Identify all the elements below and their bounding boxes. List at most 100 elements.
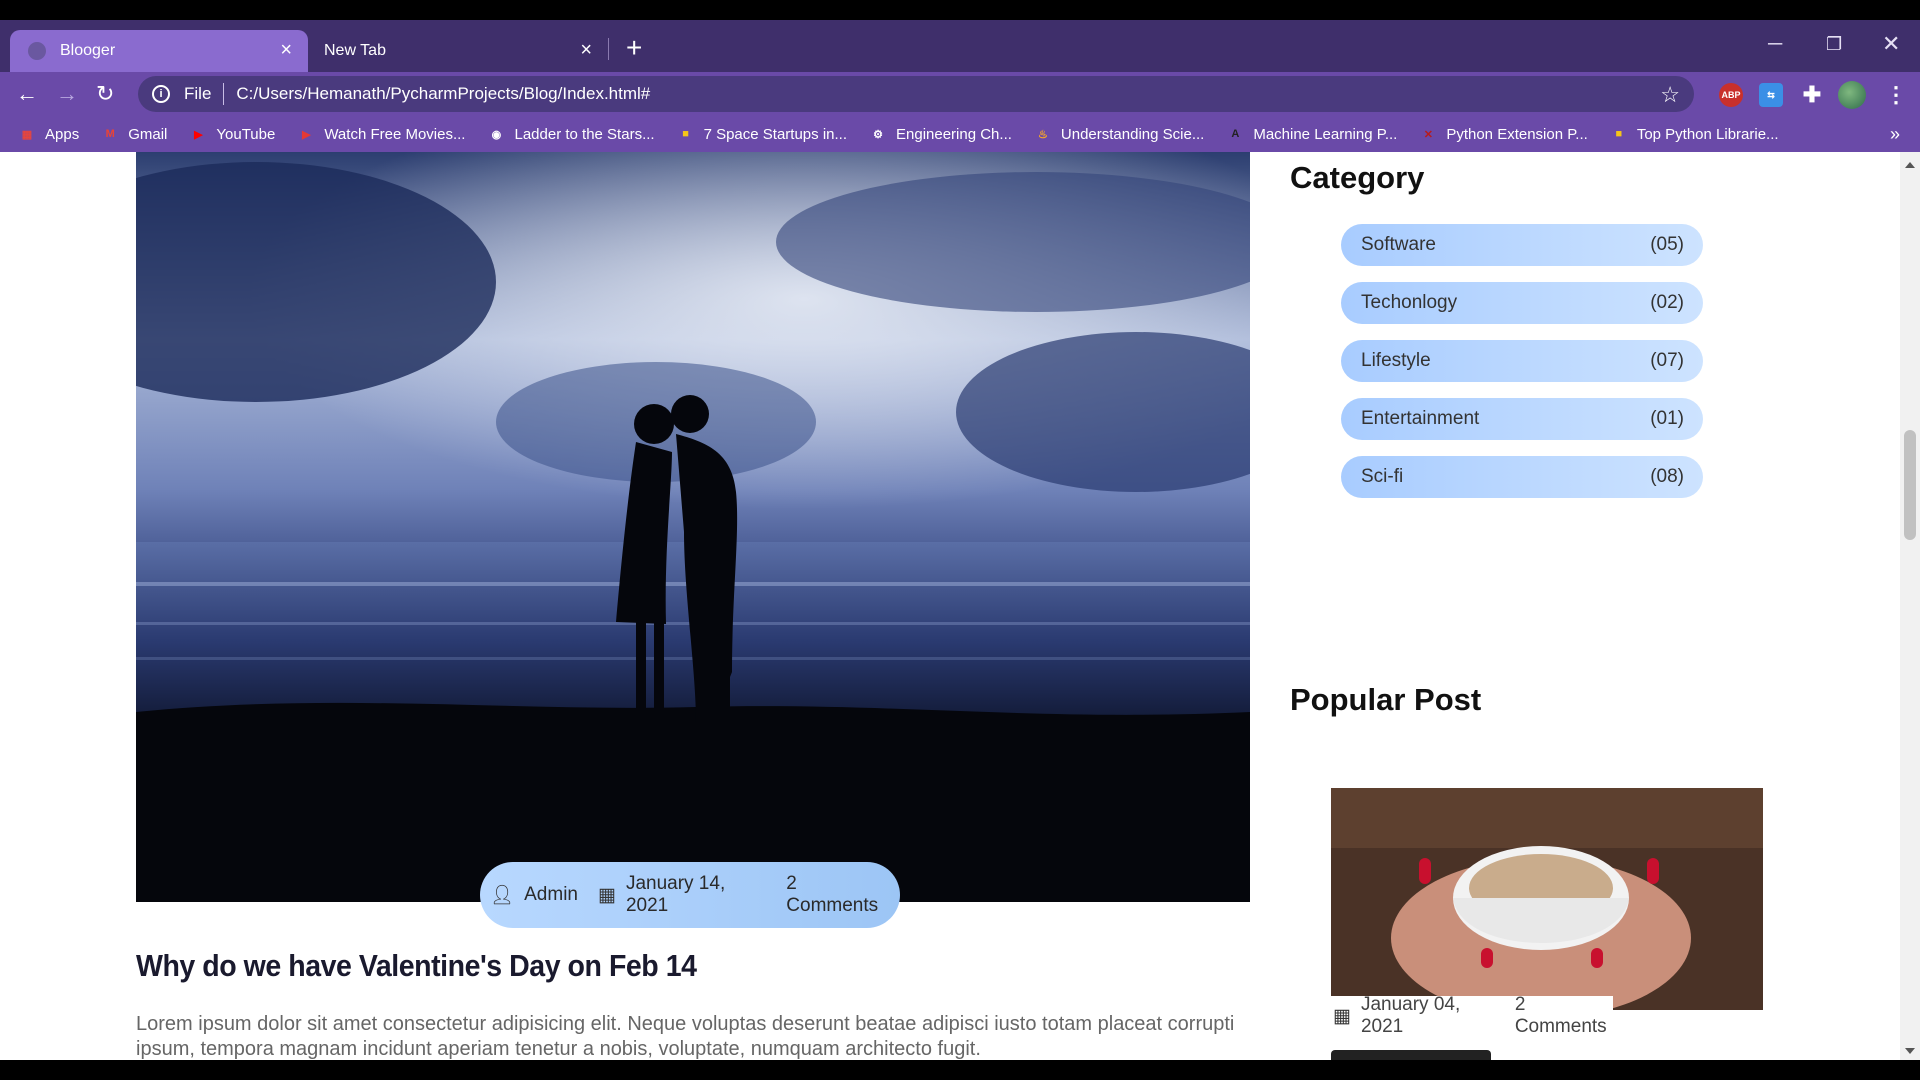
page-favicon-icon <box>28 42 46 60</box>
forward-arrow-icon[interactable]: → <box>56 82 78 106</box>
calendar-icon: ▦ <box>597 884 616 906</box>
category-name: Entertainment <box>1361 408 1480 429</box>
profile-avatar-icon[interactable] <box>1838 81 1866 109</box>
post-author[interactable]: 👤︎ Admin <box>490 883 578 907</box>
bookmark-label: Apps <box>45 125 80 143</box>
post-hero-image <box>136 152 1250 902</box>
scroll-down-arrow-icon[interactable] <box>1905 1048 1915 1054</box>
square-logo-icon: ■ <box>1615 128 1623 140</box>
close-icon[interactable]: ✕ <box>1882 33 1900 55</box>
gear-icon: ⚙ <box>873 128 883 141</box>
category-count: (02) <box>1650 292 1684 313</box>
scheme-label: File <box>184 84 212 103</box>
category-count: (07) <box>1650 350 1684 371</box>
reload-icon[interactable]: ↻ <box>96 82 114 106</box>
minimize-icon[interactable]: ─ <box>1768 34 1782 54</box>
bookmark-item[interactable]: ⚙ Engineering Ch... <box>869 125 1012 143</box>
movie-play-icon: ▶ <box>302 128 311 141</box>
browser-window: Blooger × New Tab × + ─ ❐ ✕ ← → ↻ i File… <box>0 0 1920 1080</box>
bookmark-item[interactable]: A Machine Learning P... <box>1226 125 1397 143</box>
category-name: Software <box>1361 234 1436 255</box>
category-name: Lifestyle <box>1361 350 1431 371</box>
back-arrow-icon[interactable]: ← <box>16 82 38 106</box>
bookmark-item[interactable]: ■ Top Python Librarie... <box>1610 125 1779 143</box>
extensions-puzzle-icon[interactable]: ✚ <box>1800 82 1824 107</box>
bookmark-label: Engineering Ch... <box>896 125 1012 143</box>
tab-title: New Tab <box>324 42 386 59</box>
coffee-cup-photo <box>1331 788 1763 1010</box>
youtube-icon: ▶ <box>194 128 203 141</box>
post-comments[interactable]: 2 Comments <box>786 873 890 917</box>
tab-blooger[interactable]: Blooger × <box>10 30 308 72</box>
bookmarks-overflow-icon[interactable]: » <box>1890 124 1900 145</box>
address-divider <box>223 83 225 105</box>
category-item[interactable]: Lifestyle (07) <box>1341 340 1703 382</box>
gmail-icon: M <box>105 128 115 140</box>
category-item[interactable]: Techonlogy (02) <box>1341 282 1703 324</box>
bookmark-label: 7 Space Startups in... <box>703 125 847 143</box>
screen-bottom-edge <box>0 1060 1920 1080</box>
category-name: Sci-fi <box>1361 466 1404 487</box>
scroll-up-arrow-icon[interactable] <box>1905 162 1915 168</box>
author-name: Admin <box>524 884 578 905</box>
scroll-thumb[interactable] <box>1904 430 1916 540</box>
bookmark-label: Understanding Scie... <box>1060 125 1205 143</box>
adblock-plus-icon[interactable]: ABP <box>1719 83 1743 107</box>
tab-title: Blooger <box>60 42 116 59</box>
tab-strip: Blooger × New Tab × <box>0 20 1920 72</box>
popular-post-meta: ▦ January 04, 2021 2 Comments <box>1331 994 1613 1038</box>
address-bar[interactable]: i File C:/Users/Hemanath/PycharmProjects… <box>138 76 1694 112</box>
sunset-couple-photo <box>136 152 1250 902</box>
bookmark-item[interactable]: M Gmail <box>101 125 168 143</box>
plus-icon[interactable]: + <box>626 34 642 62</box>
comments-text: 2 Comments <box>786 873 879 916</box>
bookmark-star-icon[interactable]: ☆ <box>1660 82 1680 108</box>
popular-post-image[interactable] <box>1331 788 1763 1010</box>
category-count: (08) <box>1650 466 1684 487</box>
info-icon[interactable]: i <box>152 85 170 103</box>
a-logo-icon: A <box>1231 128 1240 140</box>
next-popular-post-title <box>1331 1050 1491 1060</box>
bookmark-item[interactable]: ■ 7 Space Startups in... <box>677 125 847 143</box>
bookmark-item[interactable]: ▦ Apps <box>18 125 79 143</box>
calendar-icon: ▦ <box>1333 1005 1351 1027</box>
bookmark-item[interactable]: ▶ Watch Free Movies... <box>297 125 465 143</box>
popular-comments[interactable]: 2 Comments <box>1515 994 1613 1038</box>
browser-toolbar: ← → ↻ i File C:/Users/Hemanath/PycharmPr… <box>0 72 1920 116</box>
bookmark-label: Python Extension P... <box>1446 125 1588 143</box>
close-tab-icon[interactable]: × <box>580 40 592 60</box>
bookmark-label: Top Python Librarie... <box>1636 125 1779 143</box>
category-heading: Category <box>1290 160 1425 195</box>
category-item[interactable]: Entertainment (01) <box>1341 398 1703 440</box>
restore-icon[interactable]: ❐ <box>1826 34 1842 54</box>
flame-icon: ♨ <box>1037 128 1048 141</box>
tab-separator <box>608 38 609 60</box>
tab-new-tab[interactable]: New Tab × <box>312 30 608 72</box>
category-count: (05) <box>1650 234 1684 255</box>
kebab-menu-icon[interactable]: ⋮ <box>1884 82 1908 107</box>
bookmark-item[interactable]: ♨ Understanding Scie... <box>1034 125 1204 143</box>
category-item[interactable]: Software (05) <box>1341 224 1703 266</box>
web-page: 👤︎ Admin ▦ January 14, 2021 2 Comments W… <box>0 152 1900 1060</box>
popular-post-heading: Popular Post <box>1290 682 1482 717</box>
url-text[interactable]: C:/Users/Hemanath/PycharmProjects/Blog/I… <box>236 84 650 104</box>
category-count: (01) <box>1650 408 1684 429</box>
post-title[interactable]: Why do we have Valentine's Day on Feb 14 <box>136 948 697 984</box>
bookmark-item[interactable]: ▶ YouTube <box>189 125 275 143</box>
apps-grid-icon: ▦ <box>21 128 33 141</box>
square-logo-icon: ■ <box>682 128 689 140</box>
bookmark-item[interactable]: ✕ Python Extension P... <box>1419 125 1588 143</box>
globe-icon: ◉ <box>491 128 502 141</box>
close-tab-icon[interactable]: × <box>280 40 292 60</box>
post-date: ▦ January 14, 2021 <box>598 873 766 917</box>
translate-icon[interactable]: ⇆ <box>1759 83 1783 107</box>
post-excerpt: Lorem ipsum dolor sit amet consectetur a… <box>136 1013 1235 1060</box>
user-icon: 👤︎ <box>490 885 515 906</box>
category-item[interactable]: Sci-fi (08) <box>1341 456 1703 498</box>
category-name: Techonlogy <box>1361 292 1458 313</box>
date-text: January 14, 2021 <box>625 873 726 916</box>
vertical-scrollbar[interactable] <box>1900 152 1920 1060</box>
bookmark-item[interactable]: ◉ Ladder to the Stars... <box>487 125 655 143</box>
bookmark-label: YouTube <box>216 125 276 143</box>
bookmark-label: Ladder to the Stars... <box>514 125 655 143</box>
